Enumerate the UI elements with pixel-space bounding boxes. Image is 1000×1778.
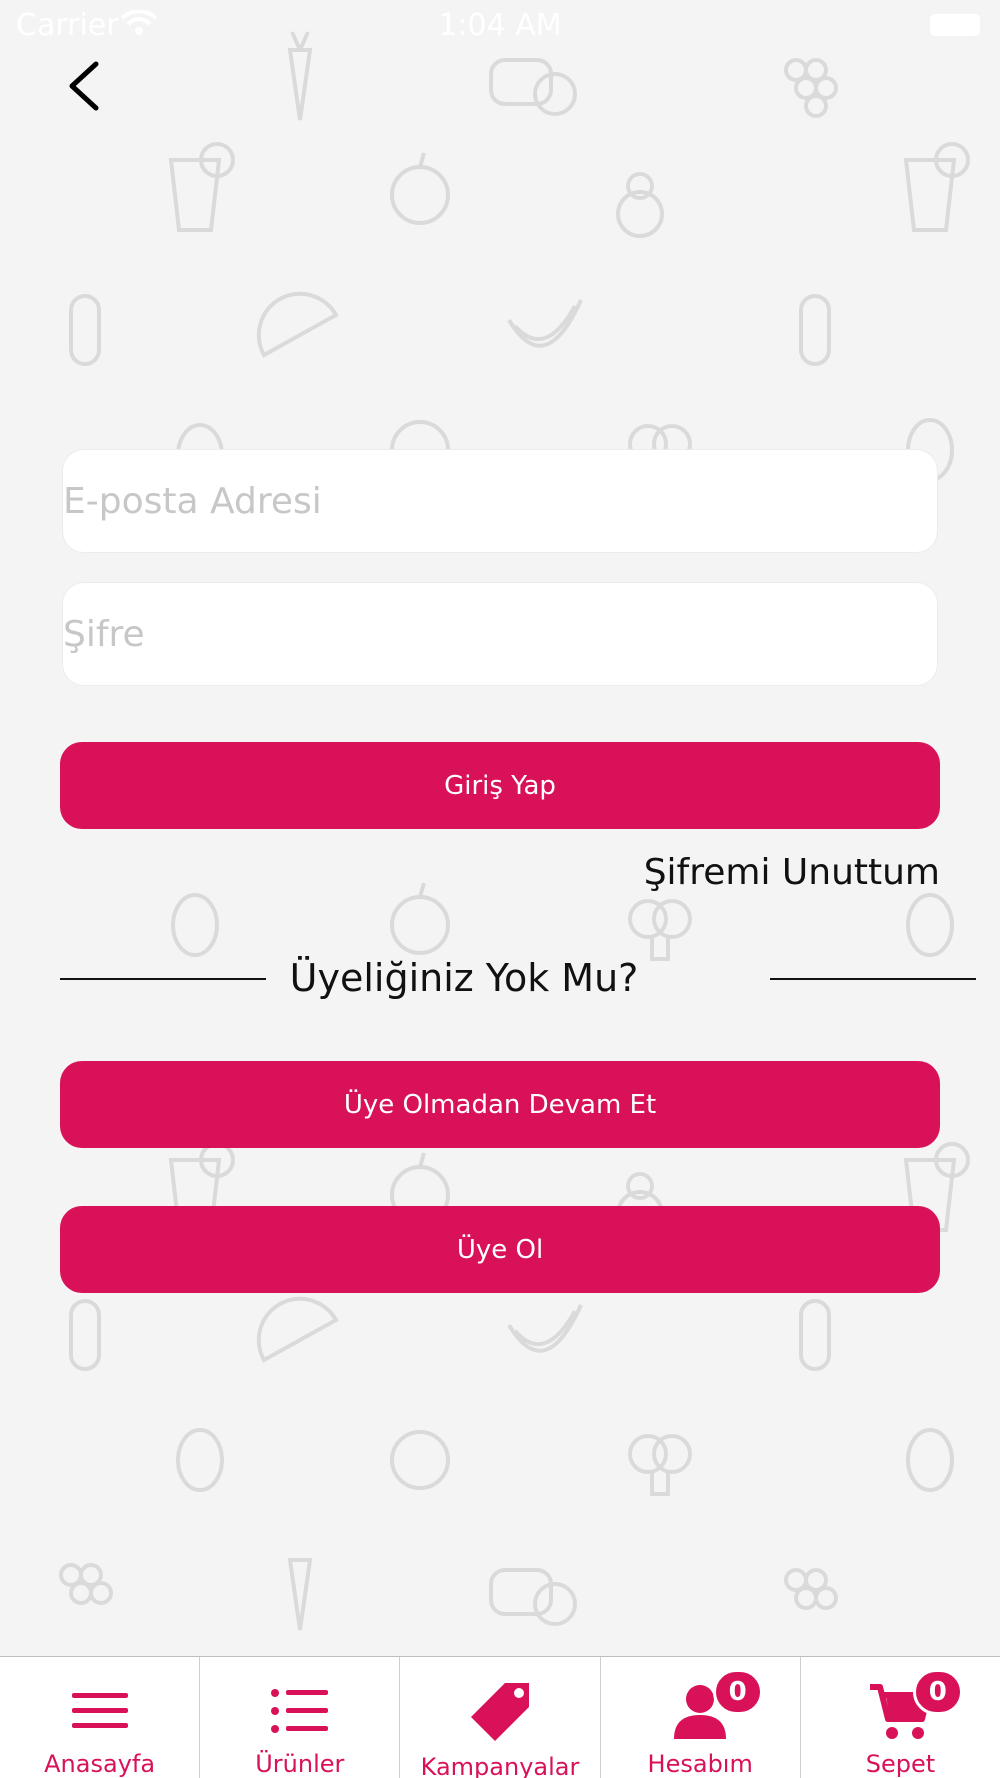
login-button[interactable]: Giriş Yap: [60, 742, 940, 829]
divider-right: [770, 978, 976, 980]
tag-icon: [460, 1679, 540, 1745]
email-field[interactable]: E-posta Adresi: [62, 449, 938, 553]
forgot-password-link[interactable]: Şifremi Unuttum: [644, 852, 940, 893]
divider-left: [60, 978, 266, 980]
sign-up-button[interactable]: Üye Ol: [60, 1206, 940, 1293]
tab-urunler[interactable]: Ürünler: [200, 1657, 401, 1778]
password-field[interactable]: Şifre: [62, 582, 938, 686]
signup-button-label: Üye Ol: [456, 1234, 544, 1265]
tab-anasayfa[interactable]: Anasayfa: [0, 1657, 201, 1778]
tab-label: Anasayfa: [44, 1750, 156, 1778]
tab-kampanyalar[interactable]: Kampanyalar: [400, 1657, 601, 1778]
tab-bar: Anasayfa Ürünler Kampanyalar 0 Hesabım 0…: [0, 1656, 1000, 1778]
menu-icon: [60, 1679, 140, 1742]
tab-label: Ürünler: [255, 1750, 345, 1778]
cart-badge: 0: [912, 1669, 963, 1715]
status-bar: Carrier 1:04 AM: [0, 0, 1000, 50]
back-button[interactable]: [60, 56, 110, 116]
status-time: 1:04 AM: [438, 8, 562, 43]
tab-label: Hesabım: [647, 1750, 753, 1778]
password-placeholder: Şifre: [63, 613, 145, 655]
guest-button-label: Üye Olmadan Devam Et: [343, 1089, 657, 1120]
account-badge: 0: [712, 1669, 763, 1715]
tab-label: Kampanyalar: [420, 1753, 580, 1778]
list-icon: [260, 1679, 340, 1742]
continue-as-guest-button[interactable]: Üye Olmadan Devam Et: [60, 1061, 940, 1148]
battery-icon: [930, 14, 980, 36]
email-placeholder: E-posta Adresi: [63, 480, 322, 522]
tab-hesabim[interactable]: 0 Hesabım: [601, 1657, 801, 1778]
tab-label: Sepet: [865, 1750, 936, 1778]
login-button-label: Giriş Yap: [444, 770, 556, 801]
tab-sepet[interactable]: 0 Sepet: [801, 1657, 1000, 1778]
no-account-prompt: Üyeliğiniz Yok Mu?: [289, 956, 639, 1000]
